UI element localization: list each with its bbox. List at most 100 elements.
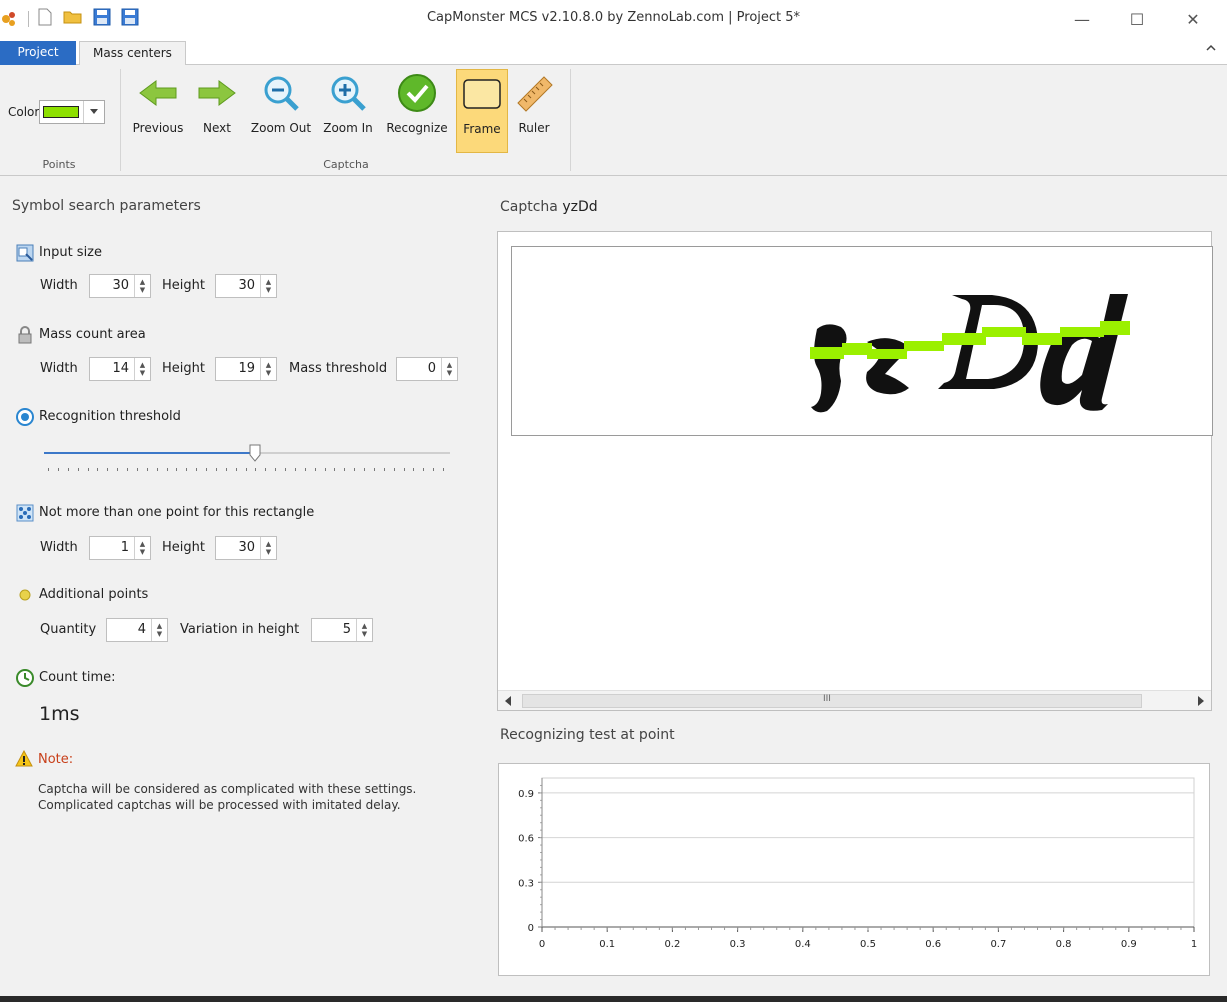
previous-button[interactable]: Previous: [128, 69, 188, 153]
tab-project[interactable]: Project: [0, 41, 76, 65]
slider-tick: [235, 468, 237, 471]
spin-arrows-icon[interactable]: ▲ ▼: [134, 537, 150, 559]
slider-tick: [117, 468, 119, 471]
rect-width-stepper[interactable]: 1 ▲ ▼: [89, 536, 151, 560]
recognition-slider-thumb[interactable]: [249, 444, 261, 462]
frame-label: Frame: [463, 122, 501, 136]
rectangle-title: Not more than one point for this rectang…: [39, 505, 315, 520]
count-time-value: 1ms: [39, 703, 80, 725]
slider-tick: [314, 468, 316, 471]
maximize-button[interactable]: ☐: [1114, 0, 1160, 38]
chart-x-tick-label: 0.7: [990, 939, 1006, 950]
recognition-chart: 0 0.3 0.6 0.9 0 0.1 0.2 0.3 0.4 0.5 0.6 0.7 0.8 0.9 1: [498, 763, 1210, 976]
zoom-out-icon: [261, 73, 301, 113]
slider-tick: [294, 468, 296, 471]
scrollbar-thumb[interactable]: III: [522, 694, 1142, 708]
slider-tick: [334, 468, 336, 471]
mass-width-stepper[interactable]: 14 ▲ ▼: [89, 357, 151, 381]
slider-tick: [245, 468, 247, 471]
arrow-left-icon: [138, 73, 178, 113]
color-label: Color: [8, 105, 40, 119]
frame-icon: [462, 74, 502, 114]
chart-x-tick-label: 0.4: [795, 939, 811, 950]
window-title: CapMonster MCS v2.10.8.0 by ZennoLab.com…: [426, 10, 801, 25]
color-swatch: [43, 106, 79, 118]
spin-arrows-icon[interactable]: ▲ ▼: [441, 358, 457, 380]
slider-tick: [373, 468, 375, 471]
note-line-1: Captcha will be considered as complicate…: [38, 782, 417, 796]
zoom-in-button[interactable]: Zoom In: [320, 69, 376, 153]
slider-tick: [354, 468, 356, 471]
captcha-image-frame[interactable]: [511, 246, 1213, 436]
spin-arrows-icon[interactable]: ▲ ▼: [134, 358, 150, 380]
captcha-viewer[interactable]: III: [497, 231, 1213, 711]
chart-x-tick-label: 0.2: [664, 939, 680, 950]
tab-mass-centers[interactable]: Mass centers: [79, 41, 186, 66]
spin-arrows-icon[interactable]: ▲ ▼: [356, 619, 372, 641]
minimize-button[interactable]: —: [1059, 0, 1105, 38]
spin-arrows-icon[interactable]: ▲ ▼: [260, 275, 276, 297]
input-size-icon: [16, 244, 34, 262]
recognize-button[interactable]: Recognize: [382, 69, 452, 153]
input-width-label: Width: [40, 278, 78, 293]
zoom-out-button[interactable]: Zoom Out: [248, 69, 314, 153]
ribbon-collapse-icon[interactable]: [1205, 43, 1217, 56]
check-circle-icon: [397, 73, 437, 113]
target-icon: [16, 408, 34, 426]
slider-tick: [215, 468, 217, 471]
next-button[interactable]: Next: [194, 69, 240, 153]
recognition-slider-track[interactable]: [44, 452, 450, 454]
slider-tick: [324, 468, 326, 471]
chart-plot-area: [541, 777, 1195, 928]
input-width-stepper[interactable]: 30 ▲ ▼: [89, 274, 151, 298]
count-time-title: Count time:: [39, 670, 116, 685]
chart-x-tick-label: 0.9: [1121, 939, 1137, 950]
ruler-icon: [514, 73, 554, 113]
mass-height-stepper[interactable]: 19 ▲ ▼: [215, 357, 277, 381]
chevron-down-icon[interactable]: [83, 101, 104, 123]
note-title: Note:: [38, 752, 74, 767]
rect-height-stepper[interactable]: 30 ▲ ▼: [215, 536, 277, 560]
mass-height-value: 19: [238, 361, 255, 376]
quantity-label: Quantity: [40, 622, 97, 637]
ribbon: Color Points Previous Next Zoom Out Zoom: [0, 65, 1227, 176]
group-separator: [570, 69, 571, 171]
spin-arrows-icon[interactable]: ▲ ▼: [151, 619, 167, 641]
quantity-value: 4: [137, 622, 146, 637]
mass-threshold-stepper[interactable]: 0 ▲ ▼: [396, 357, 458, 381]
arrow-right-icon: [197, 73, 237, 113]
spin-arrows-icon[interactable]: ▲ ▼: [134, 275, 150, 297]
slider-tick: [136, 468, 138, 471]
slider-tick: [364, 468, 365, 471]
captcha-image: [810, 294, 1130, 413]
slider-tick: [285, 468, 286, 471]
slider-tick: [403, 468, 405, 471]
input-width-value: 30: [112, 278, 129, 293]
variation-label: Variation in height: [180, 622, 300, 637]
color-picker[interactable]: [39, 100, 105, 124]
chart-x-tick-label: 0.6: [925, 939, 941, 950]
scroll-right-icon[interactable]: [1197, 695, 1205, 709]
clock-icon: [16, 669, 34, 687]
slider-tick: [393, 468, 395, 471]
close-button[interactable]: ✕: [1170, 0, 1216, 38]
spin-arrows-icon[interactable]: ▲ ▼: [260, 358, 276, 380]
variation-stepper[interactable]: 5 ▲ ▼: [311, 618, 373, 642]
ruler-button[interactable]: Ruler: [512, 69, 556, 153]
frame-button[interactable]: Frame: [456, 69, 508, 153]
slider-tick: [186, 468, 188, 471]
input-height-stepper[interactable]: 30 ▲ ▼: [215, 274, 277, 298]
horizontal-scrollbar[interactable]: III: [498, 690, 1211, 710]
points-group-label: Points: [42, 158, 76, 171]
scroll-left-icon[interactable]: [504, 695, 512, 709]
chart-y-tick-label: 0: [528, 923, 534, 934]
zoom-in-icon: [328, 73, 368, 113]
slider-tick: [413, 468, 415, 471]
mass-width-label: Width: [40, 361, 78, 376]
slider-tick: [344, 468, 346, 471]
group-separator: [120, 69, 121, 171]
spin-arrows-icon[interactable]: ▲ ▼: [260, 537, 276, 559]
slider-tick: [255, 468, 257, 471]
quantity-stepper[interactable]: 4 ▲ ▼: [106, 618, 168, 642]
slider-tick: [57, 468, 59, 471]
